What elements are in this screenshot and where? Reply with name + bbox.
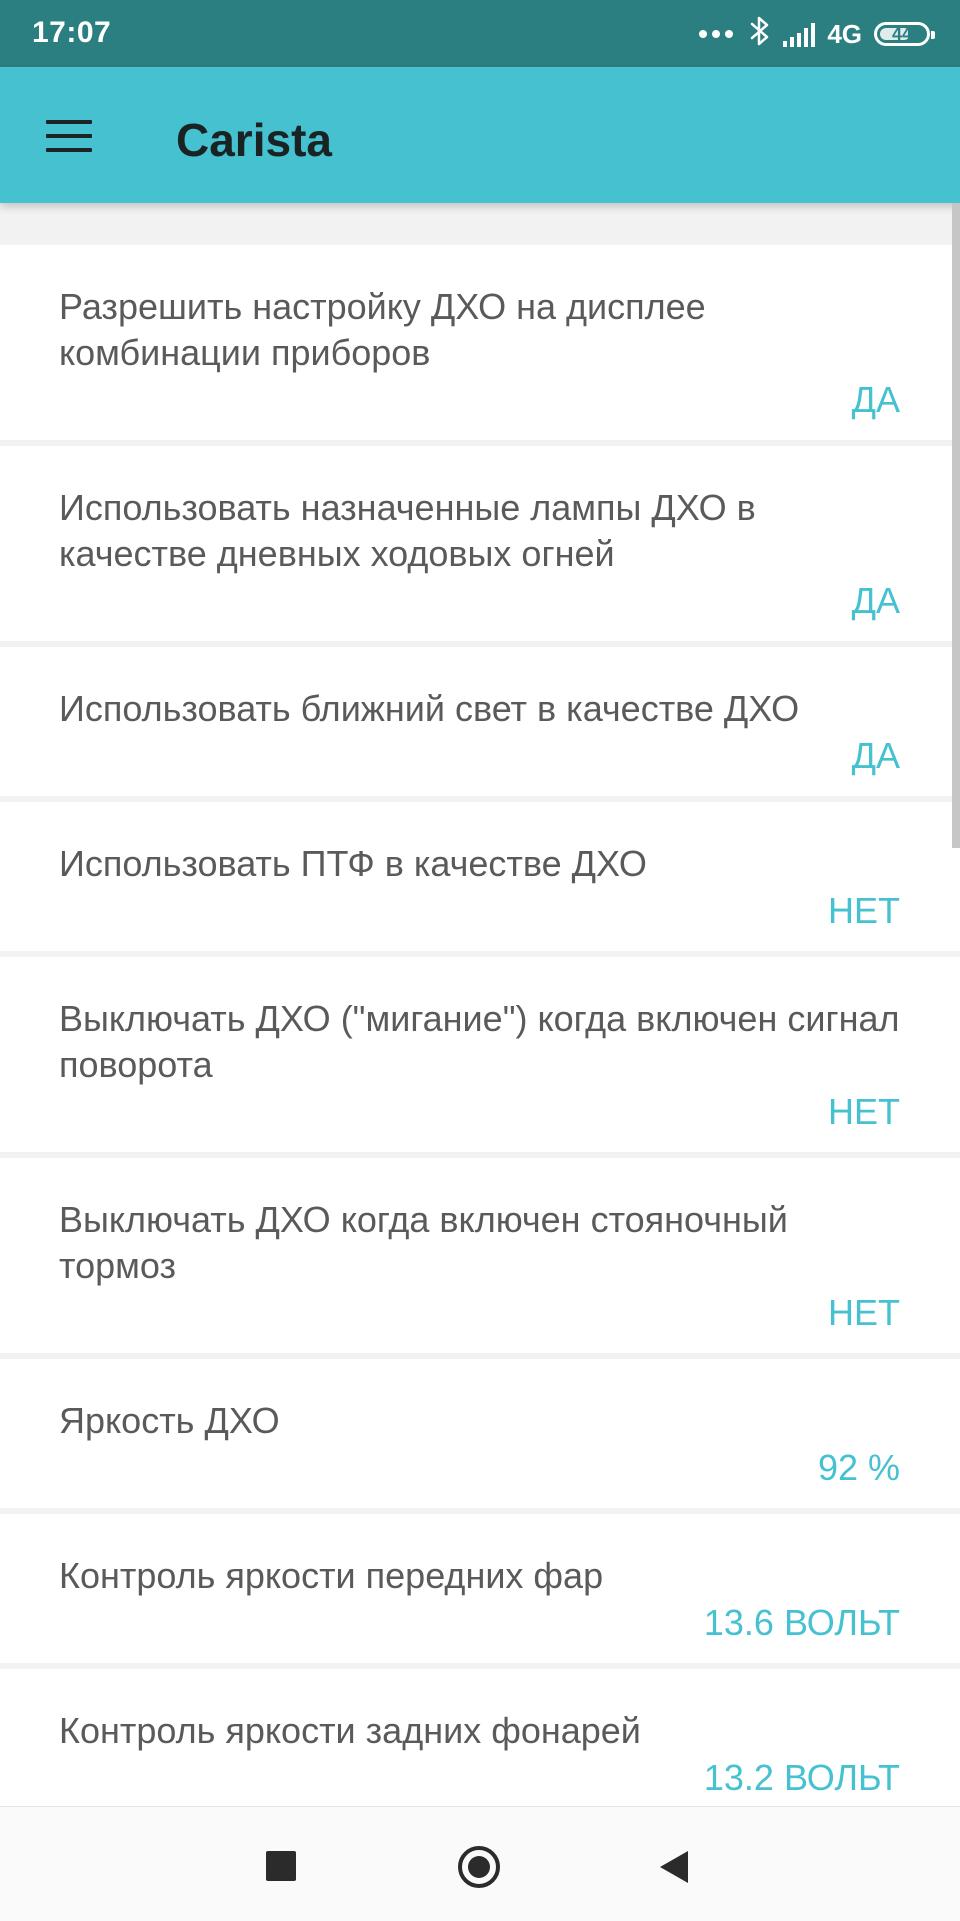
- battery-icon: 44: [874, 22, 935, 46]
- setting-item[interactable]: Использовать ближний свет в качестве ДХО…: [0, 647, 960, 796]
- setting-title: Использовать ближний свет в качестве ДХО: [59, 688, 800, 729]
- settings-list: Разрешить настройку ДХО на дисплее комби…: [0, 245, 960, 1824]
- setting-item[interactable]: Выключать ДХО ("мигание") когда включен …: [0, 957, 960, 1152]
- battery-level: 44: [891, 23, 913, 44]
- setting-value: ДА: [851, 379, 900, 420]
- setting-item[interactable]: Разрешить настройку ДХО на дисплее комби…: [0, 245, 960, 440]
- setting-value: НЕТ: [828, 1292, 900, 1333]
- bluetooth-icon: [749, 16, 771, 53]
- setting-title: Контроль яркости передних фар: [59, 1555, 604, 1596]
- hamburger-menu-icon[interactable]: [46, 120, 92, 152]
- status-icons: 4G 44: [699, 14, 935, 54]
- app-bar: Carista: [0, 67, 960, 203]
- setting-title: Контроль яркости задних фонарей: [59, 1710, 641, 1751]
- setting-item[interactable]: Контроль яркости задних фонарей 13.2 ВОЛ…: [0, 1669, 960, 1818]
- setting-title: Выключать ДХО ("мигание") когда включен …: [59, 998, 900, 1085]
- setting-item[interactable]: Контроль яркости передних фар 13.6 ВОЛЬТ: [0, 1514, 960, 1663]
- setting-value: ДА: [851, 735, 900, 776]
- setting-value: ДА: [851, 580, 900, 621]
- navigation-bar: [0, 1806, 960, 1921]
- scrollbar-thumb[interactable]: [952, 203, 960, 848]
- setting-value: НЕТ: [828, 1091, 900, 1132]
- setting-title: Яркость ДХО: [59, 1400, 280, 1441]
- setting-value: 92 %: [817, 1447, 900, 1488]
- status-time: 17:07: [32, 16, 112, 49]
- setting-title: Выключать ДХО когда включен стояночный т…: [59, 1199, 788, 1286]
- setting-value: 13.2 ВОЛЬТ: [703, 1757, 900, 1798]
- setting-item[interactable]: Использовать ПТФ в качестве ДХО НЕТ: [0, 802, 960, 951]
- setting-title: Использовать ПТФ в качестве ДХО: [59, 843, 647, 884]
- setting-item[interactable]: Яркость ДХО 92 %: [0, 1359, 960, 1508]
- back-triangle-icon[interactable]: [660, 1851, 688, 1883]
- network-type: 4G: [827, 18, 862, 49]
- signal-icon: [783, 21, 816, 47]
- recents-square-icon[interactable]: [266, 1851, 296, 1881]
- more-dots-icon: [699, 30, 734, 38]
- setting-title: Использовать назначенные лампы ДХО в кач…: [59, 487, 756, 574]
- app-title: Carista: [176, 114, 332, 166]
- setting-item[interactable]: Выключать ДХО когда включен стояночный т…: [0, 1158, 960, 1353]
- setting-value: 13.6 ВОЛЬТ: [703, 1602, 900, 1643]
- home-circle-icon[interactable]: [458, 1846, 500, 1888]
- setting-title: Разрешить настройку ДХО на дисплее комби…: [59, 286, 706, 373]
- setting-value: НЕТ: [828, 890, 900, 931]
- setting-item[interactable]: Использовать назначенные лампы ДХО в кач…: [0, 446, 960, 641]
- status-bar: 17:07 4G 44: [0, 0, 960, 67]
